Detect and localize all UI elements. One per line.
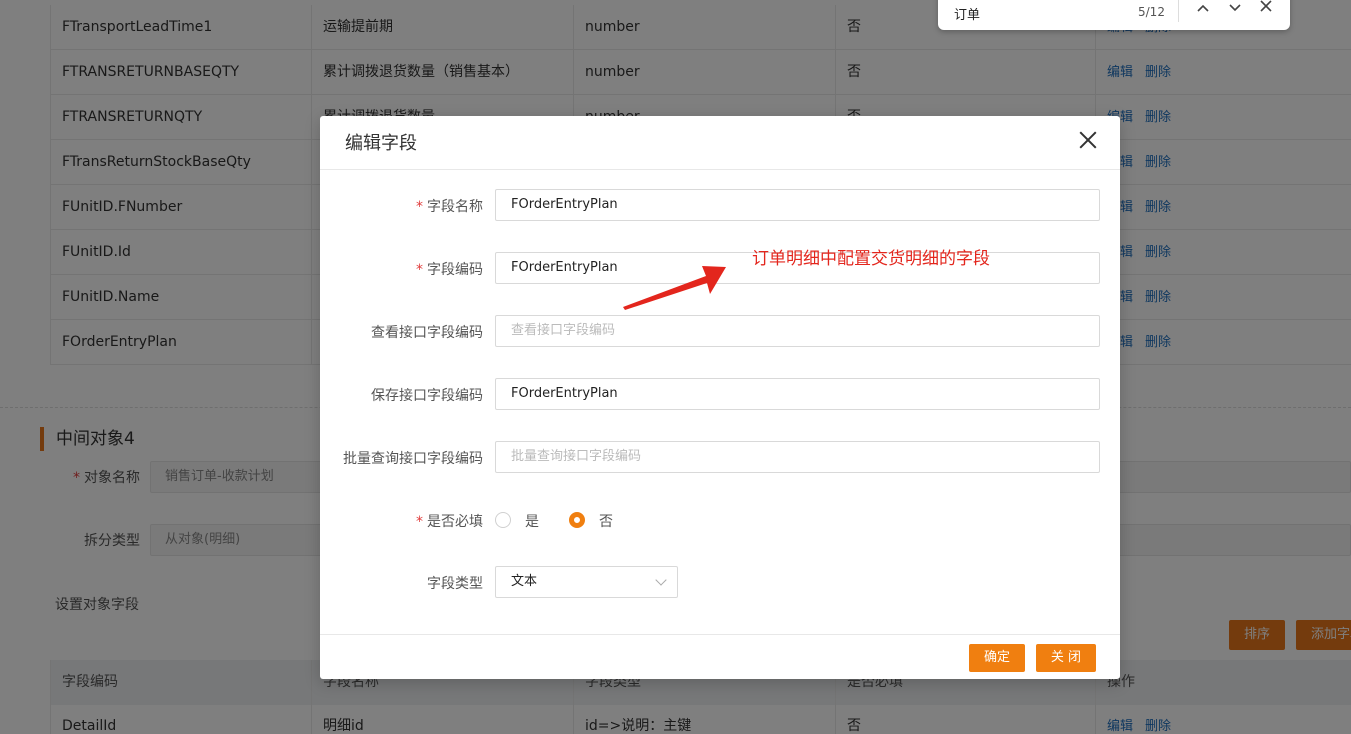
find-separator: [1178, 0, 1179, 22]
field-name-input[interactable]: FOrderEntryPlan: [495, 189, 1100, 221]
field-type-label: 字段类型: [427, 576, 483, 592]
view-api-code-input[interactable]: 查看接口字段编码: [495, 315, 1100, 347]
required-yes-radio[interactable]: [495, 512, 511, 528]
dialog-title: 编辑字段: [345, 133, 417, 154]
field-type-select[interactable]: 文本: [495, 566, 678, 598]
required-no-label[interactable]: 否: [599, 511, 613, 531]
edit-field-dialog: 编辑字段 * 字段名称 FOrderEntryPlan * 字段编码 FOrderE…: [320, 116, 1120, 679]
view-api-code-label: 查看接口字段编码: [371, 325, 483, 341]
find-query[interactable]: 订单: [954, 4, 980, 23]
find-count: 5/12: [1138, 5, 1165, 19]
required-no-radio[interactable]: [569, 512, 585, 528]
batch-api-code-label: 批量查询接口字段编码: [343, 451, 483, 467]
dialog-header: 编辑字段: [320, 116, 1120, 170]
field-type-value: 文本: [511, 574, 538, 589]
save-api-code-label: 保存接口字段编码: [371, 388, 483, 404]
batch-api-code-input[interactable]: 批量查询接口字段编码: [495, 441, 1100, 473]
required-yes-label[interactable]: 是: [525, 511, 539, 531]
chevron-down-icon[interactable]: [1225, 0, 1245, 18]
required-label: * 是否必填: [416, 514, 483, 530]
close-icon[interactable]: [1076, 128, 1100, 152]
close-icon[interactable]: [1256, 0, 1276, 18]
chevron-down-icon: [655, 574, 667, 586]
field-name-label: * 字段名称: [416, 199, 483, 215]
confirm-button[interactable]: 确定: [969, 644, 1025, 672]
chevron-up-icon[interactable]: [1193, 0, 1213, 18]
dialog-footer: 确定 关 闭: [320, 634, 1120, 679]
close-button[interactable]: 关 闭: [1036, 644, 1096, 672]
annotation-arrow: [623, 266, 726, 310]
find-bar: 订单 5/12: [938, 0, 1290, 30]
field-code-label: * 字段编码: [416, 262, 483, 278]
save-api-code-input[interactable]: FOrderEntryPlan: [495, 378, 1100, 410]
annotation-text: 订单明细中配置交货明细的字段: [752, 249, 990, 269]
